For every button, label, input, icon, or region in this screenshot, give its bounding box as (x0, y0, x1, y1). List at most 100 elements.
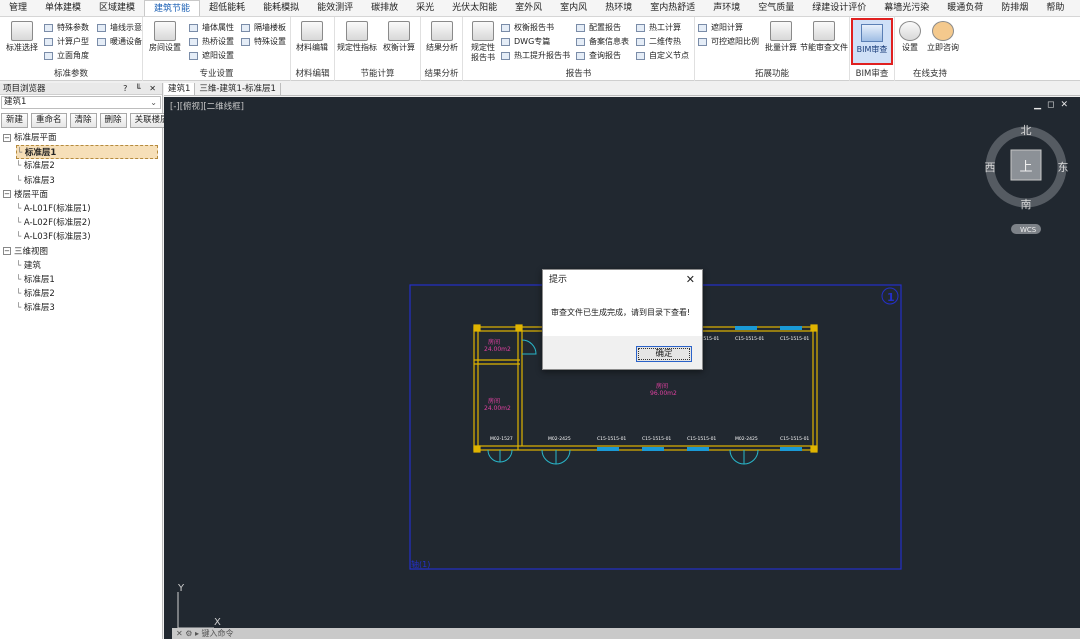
view-label[interactable]: [-][俯视][二维线框] (170, 100, 244, 112)
tree-item[interactable]: └ A-L02F(标准层2) (16, 216, 158, 230)
menu-tab[interactable]: 区域建模 (90, 0, 144, 16)
menu-tab[interactable]: 绿建设计评价 (803, 0, 875, 16)
tree-item[interactable]: └ A-L01F(标准层1) (16, 202, 158, 216)
tree-group[interactable]: − 三维视图 (3, 245, 158, 259)
group-label: BIM审查 (855, 69, 889, 79)
wall-show-button[interactable]: 墙线示意 (97, 22, 142, 34)
shade-calc-button[interactable]: 遮阳计算 (698, 22, 743, 34)
panel-button[interactable]: 重命名 (31, 113, 67, 128)
tree-label: 建筑 (23, 260, 41, 271)
menu-tab[interactable]: 光伏太阳能 (443, 0, 506, 16)
group-label: 在线支持 (912, 69, 947, 79)
window-controls[interactable]: ▁◻✕ (1034, 100, 1074, 110)
menu-tab[interactable]: 建筑节能 (144, 0, 201, 16)
document-tab[interactable]: 三维-建筑1-标准层1 (195, 83, 281, 95)
menu-tab[interactable]: 暖通负荷 (938, 0, 992, 16)
norm-report-button[interactable]: 规定性 报告书 (463, 21, 503, 63)
controllable-shade-button[interactable]: 可控遮阳比例 (698, 36, 759, 48)
special-params-button[interactable]: 特殊参数 (44, 22, 89, 34)
menu-tab[interactable]: 室外风 (506, 0, 551, 16)
tree-branch-icon: └ (16, 161, 24, 172)
room-icon (154, 21, 176, 41)
menu-tab[interactable]: 室内热舒适 (641, 0, 704, 16)
tree-item[interactable]: └ 标准层1 (16, 145, 158, 160)
review-file-button[interactable]: 节能审查文件 (799, 21, 849, 53)
calc-unit-button[interactable]: 计算户型 (44, 36, 89, 48)
menu-tab[interactable]: 帮助 (1037, 0, 1073, 16)
material-edit-button[interactable]: 材料编辑 (292, 21, 332, 53)
menu-tab[interactable]: 幕墙光污染 (875, 0, 938, 16)
heat-calc-button[interactable]: 热工计算 (636, 22, 681, 34)
tree-item[interactable]: └ 标准层1 (16, 273, 158, 287)
tree-label: 三维视图 (14, 246, 49, 257)
shading-settings-button[interactable]: 遮阳设置 (189, 50, 234, 62)
tree-label: 楼层平面 (14, 189, 49, 200)
panel-button[interactable]: 清除 (69, 113, 97, 128)
menu-tab[interactable]: 能效测评 (308, 0, 362, 16)
tree-item[interactable]: └ 标准层2 (16, 287, 158, 301)
batch-calc-button[interactable]: 批量计算 (761, 21, 801, 53)
panel-controls[interactable]: ? ╙ ✕ (123, 83, 159, 95)
result-analysis-button[interactable]: 结果分析 (422, 21, 462, 53)
query-report-button[interactable]: 查询报告 (576, 50, 621, 62)
two-d-heat-button[interactable]: 二维传热 (636, 36, 681, 48)
tree-item[interactable]: └ 建筑 (16, 259, 158, 273)
tree-item[interactable]: └ 标准层2 (16, 159, 158, 173)
menu-tab[interactable]: 声环境 (704, 0, 749, 16)
project-browser: 项目浏览器 ? ╙ ✕ 建筑1 ⌄ 新建 重命名 清除 删除 关联楼层 − 标准层平面 └ … (0, 83, 174, 639)
tree-item[interactable]: └ 标准层3 (16, 301, 158, 315)
group-label: 节能计算 (360, 69, 395, 79)
tree-item[interactable]: └ A-L03F(标准层3) (16, 230, 158, 244)
dwg-book-button[interactable]: DWG专篇 (501, 36, 550, 48)
menu-tab[interactable]: 空气质量 (749, 0, 803, 16)
group-label: 结果分析 (424, 69, 459, 79)
custom-node-button[interactable]: 自定义节点 (636, 50, 689, 62)
thermal-report-button[interactable]: 热工提升报告书 (501, 50, 570, 62)
special-icon (241, 38, 250, 46)
tradeoff-calc-button[interactable]: 权衡计算 (379, 21, 419, 53)
command-line[interactable]: ✕ ⚙ ▸ 键入命令 (172, 628, 1080, 639)
close-icon[interactable]: ✕ (686, 270, 695, 290)
menu-tab[interactable]: 防排烟 (992, 0, 1037, 16)
panel-buttons: 新建 重命名 清除 删除 关联楼层 (0, 109, 174, 130)
panel-button[interactable]: 新建 (1, 113, 29, 128)
special-settings-button[interactable]: 特殊设置 (241, 36, 286, 48)
menu-tab[interactable]: 管理 (0, 0, 36, 16)
record-table-button[interactable]: 备案信息表 (576, 36, 629, 48)
tree-group[interactable]: − 标准层平面 (3, 131, 158, 145)
tree-label: 标准层3 (23, 303, 55, 314)
menu-tab[interactable]: 室内风 (551, 0, 596, 16)
panel-button[interactable]: 删除 (99, 113, 127, 128)
menu-tab[interactable]: 单体建模 (36, 0, 90, 16)
consult-button[interactable]: 立即咨询 (923, 21, 963, 53)
config-report-button[interactable]: 配置报告 (576, 22, 621, 34)
wall-props-button[interactable]: 墙体属性 (189, 22, 234, 34)
bim-review-button[interactable]: BIM审查 (851, 18, 893, 65)
standard-select-button[interactable]: 标准选择 (2, 21, 42, 53)
dialog-message: 审查文件已生成完成，请到目录下查看! (543, 290, 702, 336)
tradeoff-report-button[interactable]: 权衡报告书 (501, 22, 554, 34)
floor-icon (241, 24, 250, 32)
building-select[interactable]: 建筑1 ⌄ (1, 96, 161, 109)
collapse-icon[interactable]: − (3, 247, 11, 256)
menu-tab[interactable]: 采光 (407, 0, 443, 16)
room-settings-button[interactable]: 房间设置 (145, 21, 185, 53)
thermal-bridge-button[interactable]: 热桥设置 (189, 36, 234, 48)
collapse-icon[interactable]: − (3, 133, 11, 142)
node-icon (636, 52, 645, 60)
document-tab[interactable]: 建筑1 (164, 83, 196, 95)
norm-index-button[interactable]: 规定性指标 (337, 21, 377, 53)
collapse-icon[interactable]: − (3, 190, 11, 199)
hvac-device-button[interactable]: 暖通设备 (97, 36, 142, 48)
partition-floor-button[interactable]: 隔墙楼板 (241, 22, 286, 34)
facade-angle-button[interactable]: 立面角度 (44, 50, 89, 62)
ok-button[interactable]: 确定 (636, 346, 692, 362)
menu-tab[interactable]: 碳排放 (362, 0, 407, 16)
menu-tab[interactable]: 能耗模拟 (254, 0, 308, 16)
tree-item[interactable]: └ 标准层3 (16, 174, 158, 188)
settings-button[interactable]: 设置 (895, 21, 925, 53)
tree-group[interactable]: − 楼层平面 (3, 188, 158, 202)
menu-tab[interactable]: 热环境 (596, 0, 641, 16)
menu-tab[interactable]: 超低能耗 (200, 0, 254, 16)
chevron-down-icon: ⌄ (150, 98, 157, 107)
